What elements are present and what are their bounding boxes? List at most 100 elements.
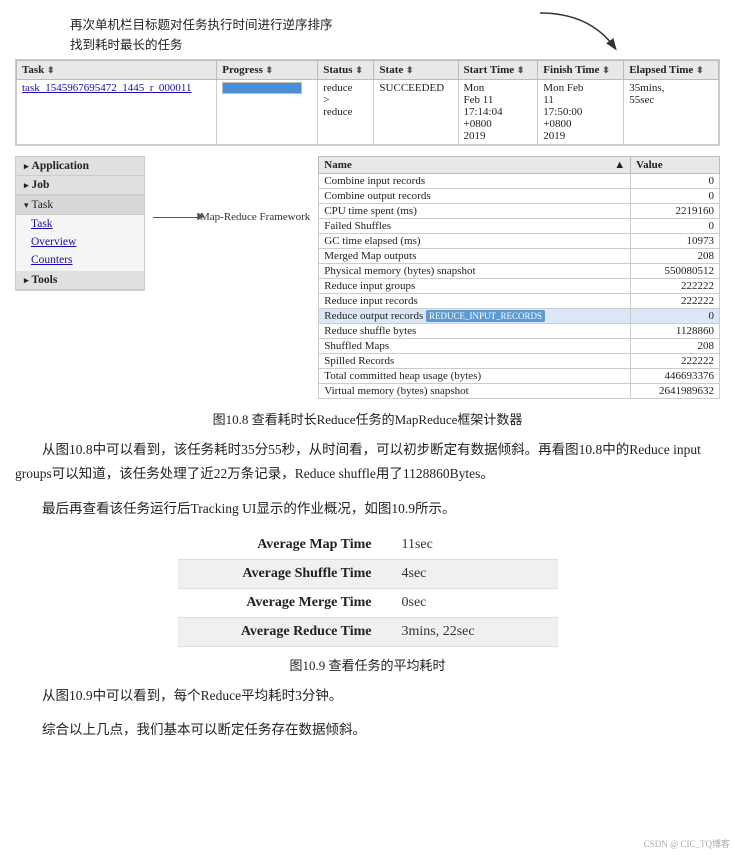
counter-name: Shuffled Maps [319, 339, 631, 354]
counter-row: Shuffled Maps208 [319, 339, 720, 354]
nav-job[interactable]: ▸Job [16, 176, 144, 195]
counter-row: Combine input records0 [319, 174, 720, 189]
counter-name: Spilled Records [319, 354, 631, 369]
counter-name: GC time elapsed (ms) [319, 234, 631, 249]
counter-value: 222222 [631, 354, 720, 369]
body-text-3: 从图10.9中可以看到，每个Reduce平均耗时3分钟。 [15, 684, 720, 708]
col-name: Name ▲ [319, 157, 631, 174]
counter-value: 208 [631, 339, 720, 354]
figure1-caption: 图10.8 查看耗时长Reduce任务的MapReduce框架计数器 [15, 409, 720, 428]
status-cell: reduce > reduce [318, 80, 374, 145]
counter-row: Failed Shuffles0 [319, 219, 720, 234]
avg-time-label: Average Map Time [178, 531, 387, 560]
sort-icon-finish: ⬍ [602, 65, 610, 75]
counter-name: Total committed heap usage (bytes) [319, 369, 631, 384]
counter-value: 0 [631, 189, 720, 204]
counter-name: Reduce input groups [319, 279, 631, 294]
counter-name: Combine output records [319, 189, 631, 204]
col-task[interactable]: Task ⬍ [17, 61, 217, 80]
counter-value: 222222 [631, 279, 720, 294]
finish-time-cell: Mon Feb1117:50:00+08002019 [538, 80, 624, 145]
nav-task[interactable]: Task [16, 215, 144, 233]
watermark: CSDN @ CIC_TQ博客 [644, 837, 730, 850]
start-time-cell: MonFeb 1117:14:04+08002019 [458, 80, 538, 145]
avg-time-row: Average Map Time11sec [178, 531, 558, 560]
sort-icon-name: ▲ [614, 159, 625, 171]
counter-name: Reduce shuffle bytes [319, 324, 631, 339]
counter-value: 2641989632 [631, 384, 720, 399]
col-progress[interactable]: Progress ⬍ [217, 61, 318, 80]
counter-name: Failed Shuffles [319, 219, 631, 234]
col-name-label: Name [324, 159, 352, 171]
counter-row: Reduce output records REDUCE_INPUT_RECOR… [319, 309, 720, 324]
col-start-time[interactable]: Start Time ⬍ [458, 61, 538, 80]
col-status[interactable]: Status ⬍ [318, 61, 374, 80]
nav-application[interactable]: ▸Application [16, 157, 144, 176]
counter-value: 0 [631, 219, 720, 234]
avg-time-value: 4sec [387, 559, 558, 588]
sort-icon-progress: ⬍ [266, 65, 274, 75]
counter-row: Virtual memory (bytes) snapshot264198963… [319, 384, 720, 399]
nav-overview[interactable]: Overview [16, 233, 144, 251]
counter-value: 2219160 [631, 204, 720, 219]
left-nav: ▸Application ▸Job ▾Task Task Overview Co… [15, 156, 145, 291]
counter-row: Spilled Records222222 [319, 354, 720, 369]
triangle-icon-tools: ▸ [24, 275, 29, 285]
counter-value: 0 [631, 174, 720, 189]
avg-time-row: Average Shuffle Time4sec [178, 559, 558, 588]
sort-icon-elapsed: ⬍ [696, 65, 704, 75]
counter-row: Combine output records0 [319, 189, 720, 204]
counter-row: Physical memory (bytes) snapshot55008051… [319, 264, 720, 279]
counter-value: 208 [631, 249, 720, 264]
avg-time-value: 11sec [387, 531, 558, 560]
sort-icon-status: ⬍ [355, 65, 363, 75]
counter-row: Reduce input groups222222 [319, 279, 720, 294]
mapreduce-arrow-label: ▶ Map-Reduce Framework [153, 206, 310, 228]
elapsed-time-cell: 35mins,55sec [624, 80, 719, 145]
nav-task-section[interactable]: ▾Task [16, 195, 144, 215]
figure2-caption: 图10.9 查看任务的平均耗时 [15, 655, 720, 674]
counter-row: Merged Map outputs208 [319, 249, 720, 264]
body-text-4: 综合以上几点，我们基本可以断定任务存在数据倾斜。 [15, 718, 720, 742]
counter-row: Reduce shuffle bytes1128860 [319, 324, 720, 339]
avg-time-row: Average Merge Time0sec [178, 588, 558, 617]
counter-name: CPU time spent (ms) [319, 204, 631, 219]
mapreduce-label: Map-Reduce Framework [200, 206, 310, 228]
triangle-icon-task-section: ▾ [24, 200, 29, 210]
counter-name: Reduce output records REDUCE_INPUT_RECOR… [319, 309, 631, 324]
triangle-icon: ▸ [24, 161, 29, 171]
progress-bar [222, 82, 302, 94]
counter-value: 0 [631, 309, 720, 324]
counter-value: 10973 [631, 234, 720, 249]
col-state[interactable]: State ⬍ [374, 61, 458, 80]
nav-tools[interactable]: ▸Tools [16, 271, 144, 290]
counter-name: Virtual memory (bytes) snapshot [319, 384, 631, 399]
avg-time-label: Average Shuffle Time [178, 559, 387, 588]
annotation-arrow [530, 8, 630, 58]
avg-time-label: Average Merge Time [178, 588, 387, 617]
counter-row: GC time elapsed (ms)10973 [319, 234, 720, 249]
body-text-2: 最后再查看该任务运行后Tracking UI显示的作业概况，如图10.9所示。 [15, 497, 720, 521]
counter-value: 550080512 [631, 264, 720, 279]
nav-counters[interactable]: Counters [16, 251, 144, 269]
counter-name: Physical memory (bytes) snapshot [319, 264, 631, 279]
counter-row: Reduce input records222222 [319, 294, 720, 309]
counter-name: Combine input records [319, 174, 631, 189]
counter-value: 222222 [631, 294, 720, 309]
counter-row: CPU time spent (ms)2219160 [319, 204, 720, 219]
counter-name: Merged Map outputs [319, 249, 631, 264]
task-link[interactable]: task_1545967695472_1445_r_000011 [22, 82, 191, 94]
table-row: task_1545967695472_1445_r_000011 reduce >… [17, 80, 719, 145]
task-table: Task ⬍ Progress ⬍ Status ⬍ State ⬍ Start… [15, 59, 720, 146]
sort-icon-state: ⬍ [406, 65, 414, 75]
col-elapsed-time[interactable]: Elapsed Time ⬍ [624, 61, 719, 80]
state-cell: SUCCEEDED [374, 80, 458, 145]
avg-time-section: Average Map Time11secAverage Shuffle Tim… [178, 531, 558, 647]
triangle-icon-job: ▸ [24, 180, 29, 190]
col-finish-time[interactable]: Finish Time ⬍ [538, 61, 624, 80]
avg-time-value: 0sec [387, 588, 558, 617]
sort-icon-task: ⬍ [47, 65, 55, 75]
counter-row: Total committed heap usage (bytes)446693… [319, 369, 720, 384]
counters-table: Name ▲ Value Combine input records0Combi… [318, 156, 720, 399]
annotation-text: 再次单机栏目标题对任务执行时间进行逆序排序 找到耗时最长的任务 [70, 15, 333, 55]
